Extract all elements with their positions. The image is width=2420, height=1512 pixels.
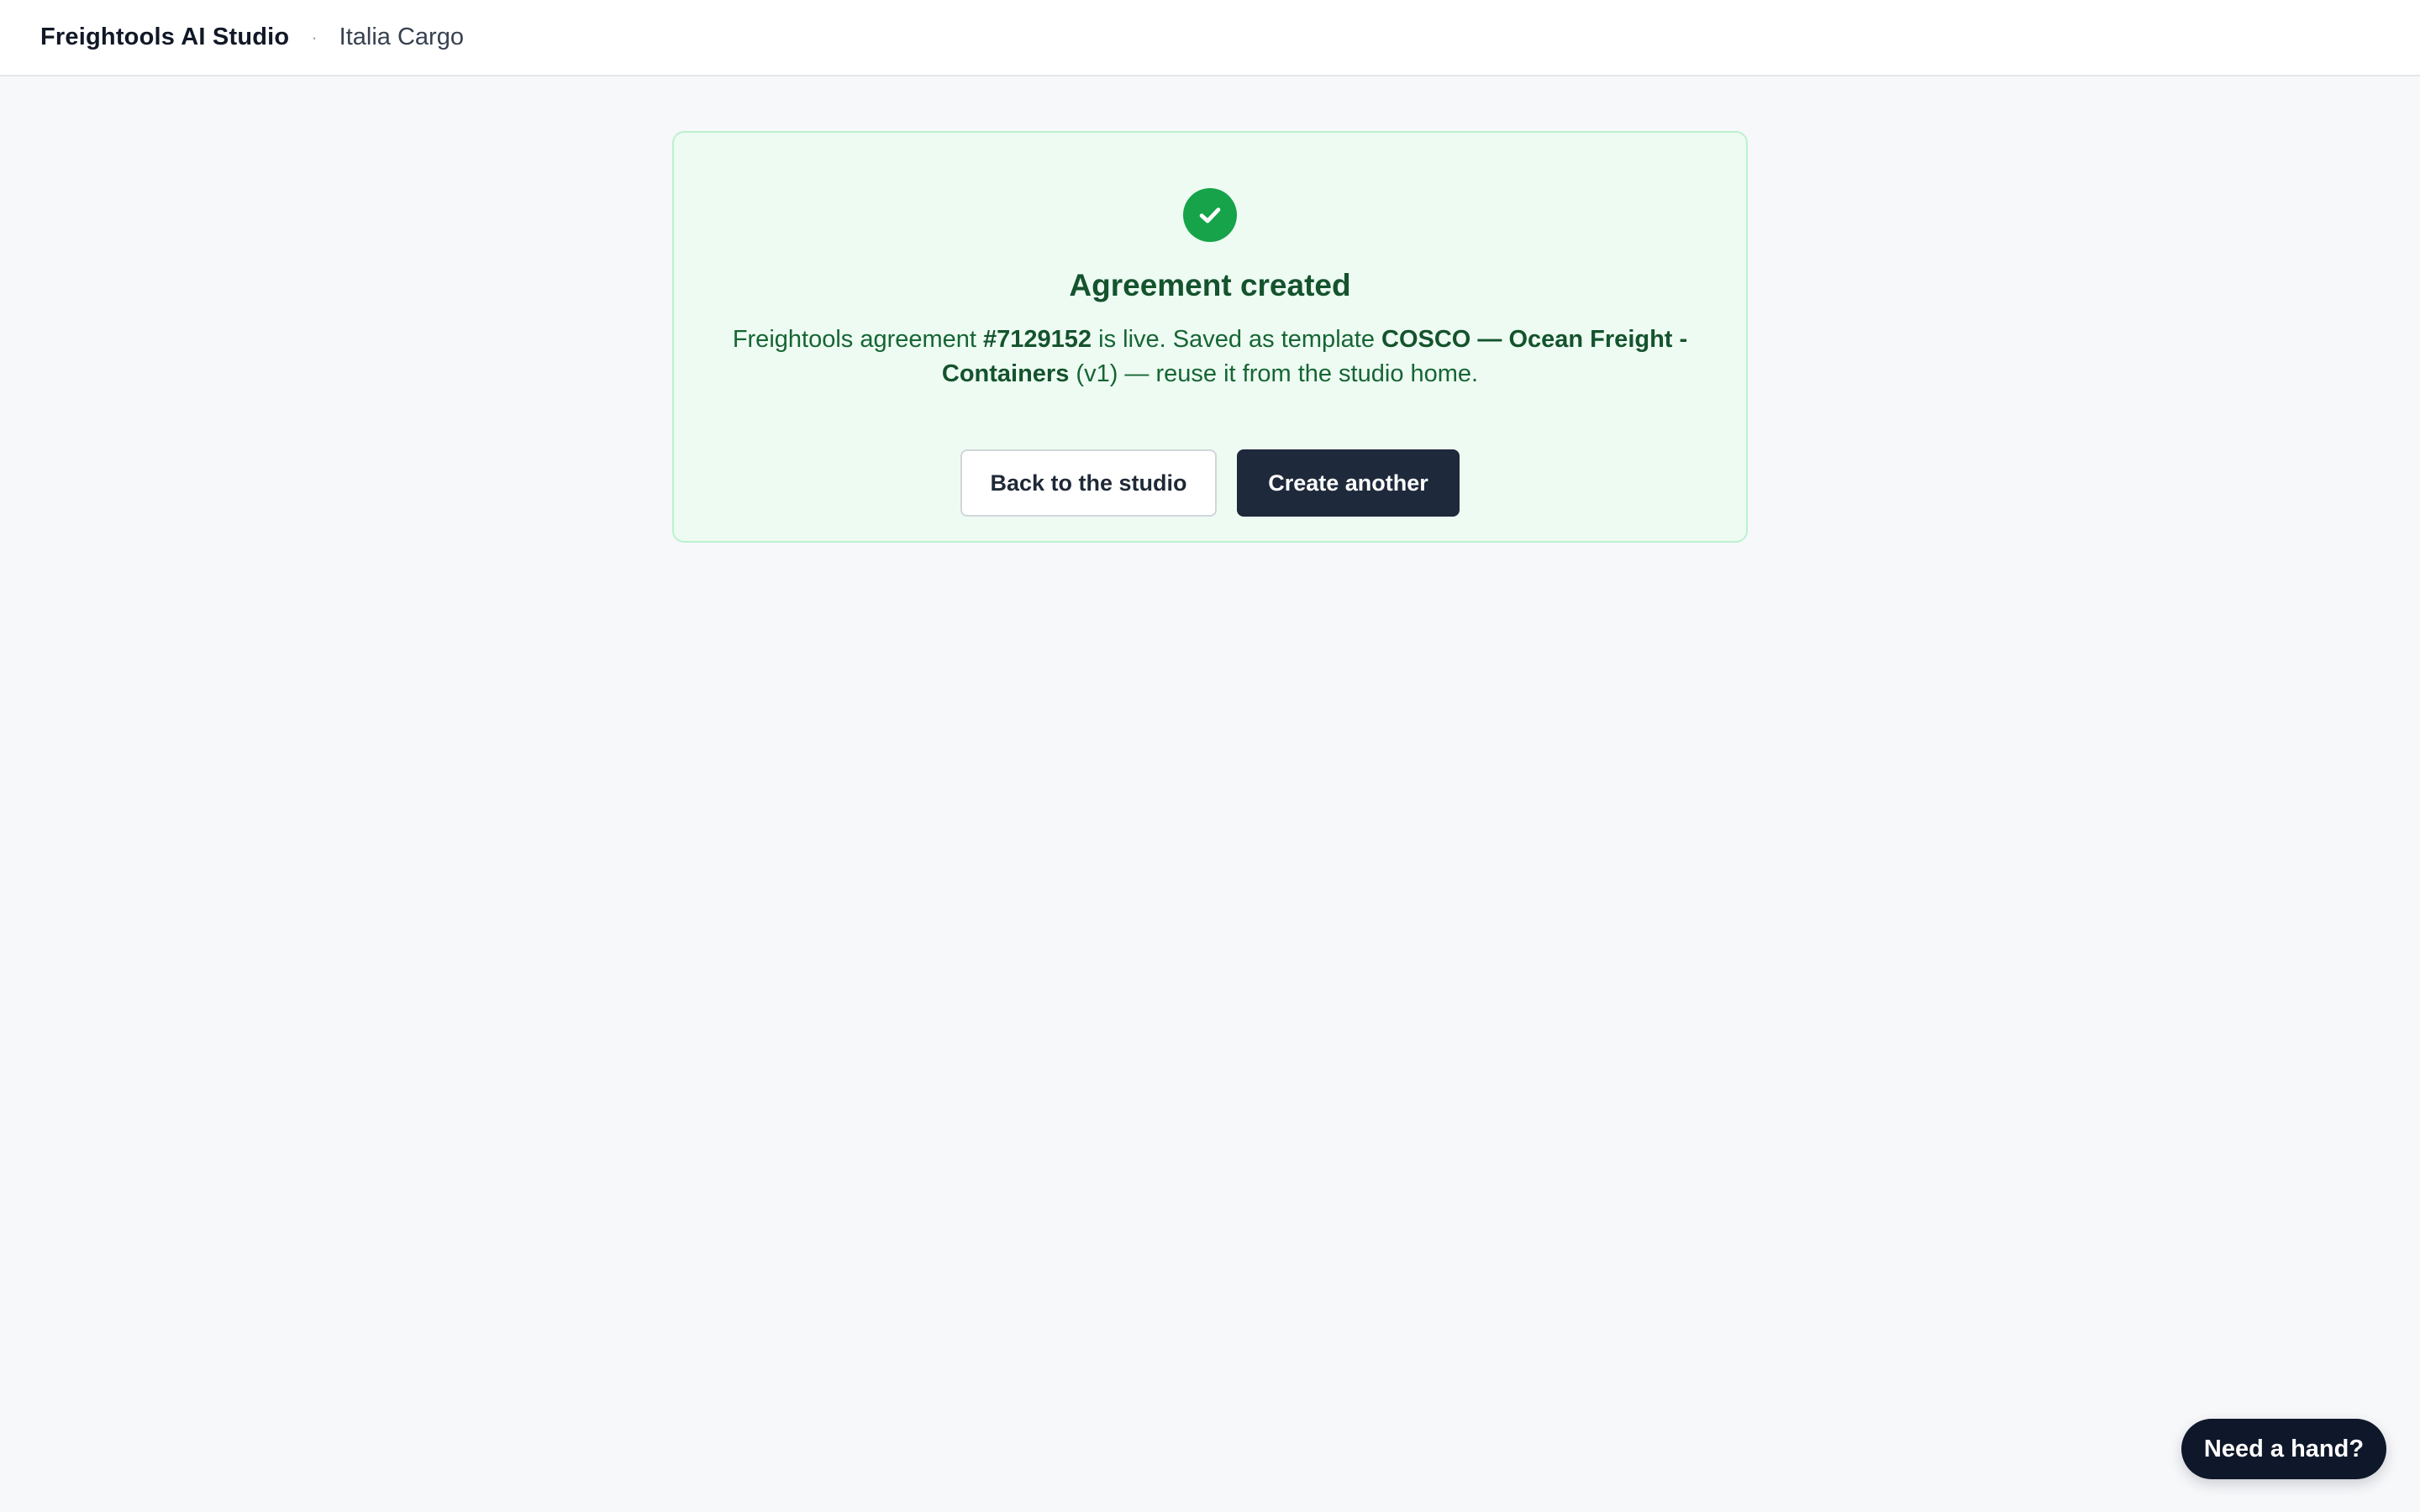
message-middle: is live. Saved as template: [1092, 326, 1382, 354]
top-bar: Freightools AI Studio · Italia Cargo: [0, 0, 2420, 76]
success-title: Agreement created: [1069, 268, 1351, 302]
title-separator: ·: [311, 26, 318, 48]
checkmark-icon: [1199, 207, 1221, 223]
back-to-studio-button[interactable]: Back to the studio: [960, 449, 1217, 517]
workspace-name: Italia Cargo: [339, 24, 464, 50]
card-actions: Back to the studio Create another: [960, 449, 1460, 517]
check-circle-icon: [1183, 188, 1237, 242]
success-card: Agreement created Freightools agreement …: [672, 131, 1748, 543]
help-button[interactable]: Need a hand?: [2181, 1419, 2386, 1479]
success-message: Freightools agreement #7129152 is live. …: [723, 323, 1697, 391]
message-suffix: (v1) — reuse it from the studio home.: [1069, 360, 1479, 388]
agreement-id: #7129152: [983, 326, 1092, 354]
message-prefix: Freightools agreement: [732, 326, 984, 354]
app-title: Freightools AI Studio: [40, 24, 290, 50]
create-another-button[interactable]: Create another: [1237, 449, 1460, 517]
